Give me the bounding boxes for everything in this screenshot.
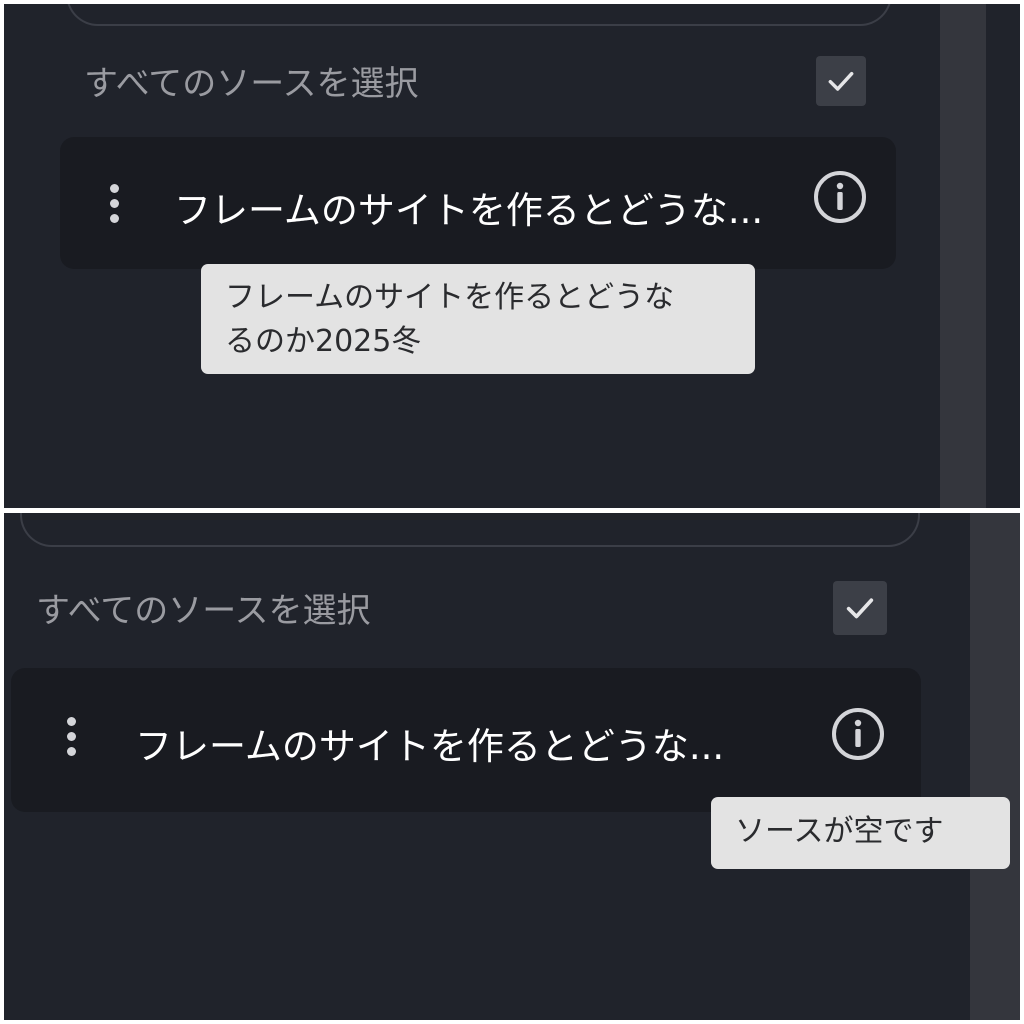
more-vert-icon[interactable]: [67, 717, 76, 756]
scrollbar[interactable]: [970, 513, 1020, 1020]
source-title: フレームのサイトを作るとどうな...: [135, 725, 725, 768]
check-icon: [846, 598, 874, 619]
previous-card: [20, 513, 920, 547]
info-icon[interactable]: [830, 706, 886, 762]
check-icon: [828, 71, 854, 91]
select-all-checkbox[interactable]: [816, 56, 866, 106]
screenshot-frame-top: すべてのソースを選択 フレームのサイトを作るとどうな... フレームのサイトを作…: [4, 4, 1020, 508]
screenshot-frame-bottom: すべてのソースを選択 フレームのサイトを作るとどうな... ソースが空です: [4, 513, 1020, 1020]
previous-card: [66, 4, 892, 26]
scrollbar[interactable]: [940, 4, 986, 508]
source-empty-tooltip: ソースが空です: [711, 797, 1010, 869]
source-item[interactable]: フレームのサイトを作るとどうな...: [11, 668, 921, 812]
select-all-checkbox[interactable]: [833, 581, 887, 635]
more-vert-icon[interactable]: [110, 184, 119, 223]
source-title: フレームのサイトを作るとどうな...: [174, 189, 764, 232]
select-all-label: すべてのソースを選択: [84, 64, 419, 104]
source-item[interactable]: フレームのサイトを作るとどうな...: [60, 137, 896, 269]
select-all-label: すべてのソースを選択: [36, 591, 371, 631]
info-icon[interactable]: [812, 169, 868, 225]
source-title-tooltip: フレームのサイトを作るとどうな るのか2025冬: [201, 264, 755, 374]
